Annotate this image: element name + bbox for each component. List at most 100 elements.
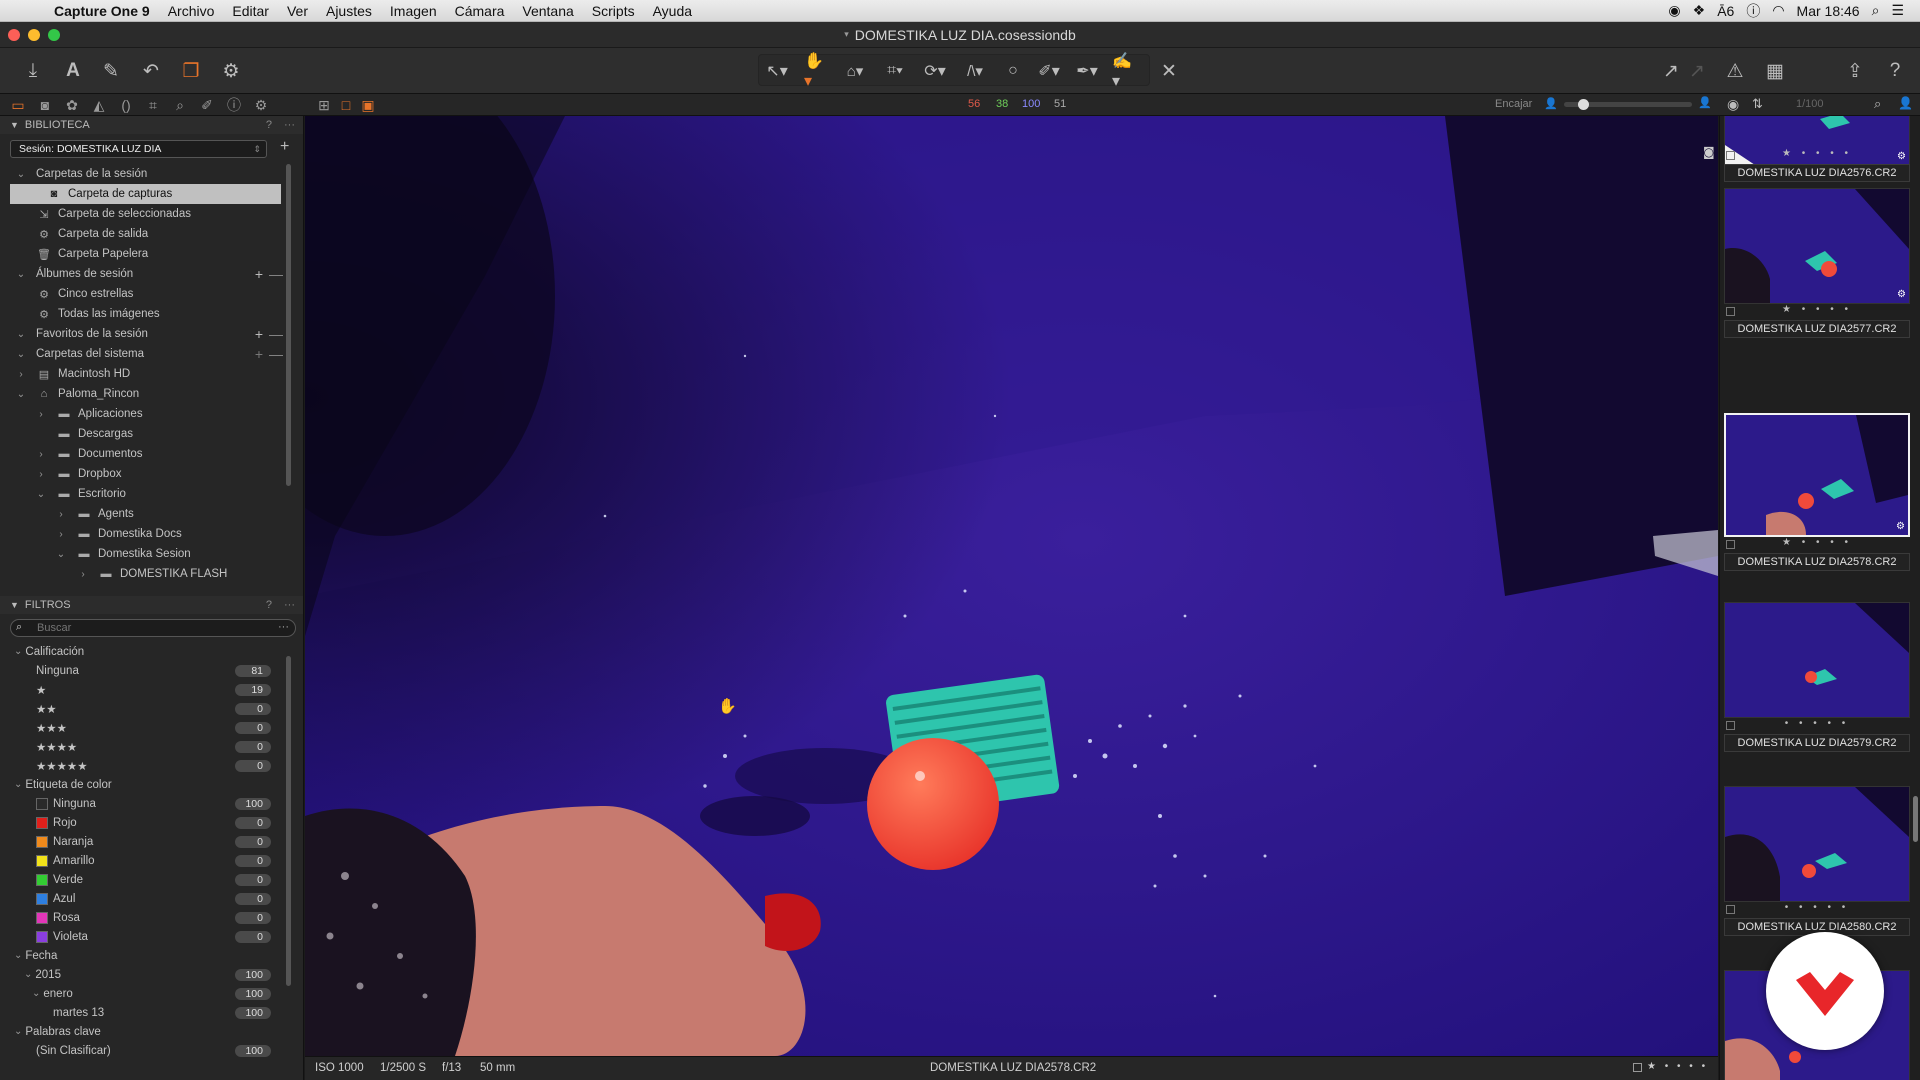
system-folders-group[interactable]: ⌄ Carpetas del sistema + — xyxy=(0,344,303,364)
folder-output[interactable]: ⚙ Carpeta de salida xyxy=(0,224,303,244)
menu-ayuda[interactable]: Ayuda xyxy=(644,3,701,19)
details-tab-icon[interactable]: ⌕ xyxy=(172,97,188,113)
thumbnail-rating[interactable]: ★ • • • • xyxy=(1724,304,1910,320)
tree-item[interactable]: ⌄ ▬ Escritorio xyxy=(0,484,303,504)
thumbnail-image[interactable]: ⚙ xyxy=(1724,413,1910,537)
add-system-folder-icon[interactable]: + xyxy=(255,346,263,362)
thumbnail-image[interactable] xyxy=(1724,602,1910,718)
rating-row[interactable]: ★★★★★ 0 xyxy=(0,756,303,775)
rating-row[interactable]: ★★★ 0 xyxy=(0,718,303,737)
eye-icon[interactable]: ◉ xyxy=(1727,96,1739,113)
tree-item[interactable]: › ▬ DOMESTIKA FLASH xyxy=(0,564,303,584)
undo-icon[interactable]: ↶ xyxy=(138,58,164,84)
chevron-down-icon[interactable]: ⌄ xyxy=(14,269,28,280)
spot-remove-icon[interactable]: ○ xyxy=(1000,58,1026,84)
chevron-down-icon[interactable]: ⌄ xyxy=(14,349,28,360)
composition-tab-icon[interactable]: ⌗ xyxy=(145,97,161,113)
library-scrollbar[interactable] xyxy=(286,164,291,486)
minimize-window-button[interactable] xyxy=(28,29,40,41)
browser-search-icon[interactable]: ⌕ xyxy=(1874,96,1881,112)
browser-user-icon[interactable]: 👤 xyxy=(1898,96,1913,110)
thumbnail-rating[interactable]: ★ • • • • xyxy=(1724,148,1910,164)
filter-search-input[interactable] xyxy=(37,621,257,635)
chevron-right-icon[interactable]: › xyxy=(76,569,90,580)
mask-brush-icon[interactable]: ✐▾ xyxy=(1036,58,1062,84)
color-label-row[interactable]: Amarillo 0 xyxy=(0,851,303,870)
zoom-window-button[interactable] xyxy=(48,29,60,41)
tree-item[interactable]: › ▬ Domestika Docs xyxy=(0,524,303,544)
date-row[interactable]: ⌄ 2015 100 xyxy=(0,965,303,984)
help-icon[interactable]: ? xyxy=(1882,58,1908,84)
keywords-group[interactable]: ⌄ Palabras clave xyxy=(0,1022,303,1041)
library-more-icon[interactable]: ··· xyxy=(284,119,295,131)
chevron-right-icon[interactable]: › xyxy=(34,409,48,420)
filter-search-field[interactable]: ⌕ ··· xyxy=(10,619,296,637)
folder-trash[interactable]: 🗑 Carpeta Papelera xyxy=(0,244,303,264)
menu-imagen[interactable]: Imagen xyxy=(381,3,446,19)
zoom-tool-icon[interactable]: ⌂▾ xyxy=(842,58,868,84)
capture-tab-icon[interactable]: ◙ xyxy=(37,97,53,113)
menu-app-name[interactable]: Capture One 9 xyxy=(40,3,159,19)
session-folders-group[interactable]: ⌄ Carpetas de la sesión xyxy=(0,164,303,184)
filters-help-icon[interactable]: ? xyxy=(266,599,272,611)
chevron-down-icon[interactable]: ⌄ xyxy=(34,489,48,500)
chevron-down-icon[interactable]: ⌄ xyxy=(14,1026,22,1037)
zoom-slider[interactable] xyxy=(1564,99,1692,110)
color-label-row[interactable]: Verde 0 xyxy=(0,870,303,889)
output-tab-icon[interactable]: ⚙ xyxy=(253,97,269,113)
menu-scripts[interactable]: Scripts xyxy=(583,3,644,19)
multi-view-icon[interactable]: ▣ xyxy=(360,97,376,113)
settings-gear-icon[interactable]: ⚙ xyxy=(218,58,244,84)
sort-icon[interactable]: ⇅ xyxy=(1752,96,1763,112)
thumbnail-checkbox[interactable] xyxy=(1726,307,1735,316)
date-row[interactable]: ⌄ enero 100 xyxy=(0,984,303,1003)
thumbnail-rating[interactable]: • • • • • xyxy=(1724,718,1910,734)
tree-item[interactable]: › ▤ Macintosh HD xyxy=(0,364,303,384)
menu-camara[interactable]: Cámara xyxy=(446,3,514,19)
color-label-row[interactable]: Rosa 0 xyxy=(0,908,303,927)
thumbnail-checkbox[interactable] xyxy=(1726,151,1735,160)
menu-archivo[interactable]: Archivo xyxy=(159,3,224,19)
adobe-icon[interactable]: Ā6 xyxy=(1717,3,1734,19)
menu-editar[interactable]: Editar xyxy=(223,3,278,19)
filters-more-icon[interactable]: ··· xyxy=(284,599,295,611)
tree-item[interactable]: ⌄ ▬ Domestika Sesion xyxy=(0,544,303,564)
keyword-row[interactable]: (Sin Clasificar) 100 xyxy=(0,1041,303,1060)
brush-icon[interactable]: ✎ xyxy=(98,58,124,84)
albums-group[interactable]: ⌄ Álbumes de sesión + — xyxy=(0,264,303,284)
chevron-right-icon[interactable]: › xyxy=(54,529,68,540)
chevron-down-icon[interactable]: ⌄ xyxy=(54,549,68,560)
tree-item[interactable]: ▬ Descargas xyxy=(0,424,303,444)
picker-icon[interactable]: ✒▾ xyxy=(1074,58,1100,84)
chevron-right-icon[interactable]: › xyxy=(34,449,48,460)
thumbnail-cell-selected[interactable]: ⚙ ★ • • • • DOMESTIKA LUZ DIA2578.CR2 xyxy=(1724,413,1910,571)
rating-row[interactable]: ★★★★ 0 xyxy=(0,737,303,756)
viewer-rating-stars[interactable]: ★ • • • • xyxy=(1647,1061,1708,1072)
thumbnail-cell[interactable]: • • • • • DOMESTIKA LUZ DIA2579.CR2 xyxy=(1724,602,1910,752)
album-five-stars[interactable]: ⚙ Cinco estrellas xyxy=(0,284,303,304)
library-help-icon[interactable]: ? xyxy=(266,119,272,131)
clock[interactable]: Mar 18:46 xyxy=(1797,3,1860,19)
spotlight-icon[interactable]: ⌕ xyxy=(1872,2,1880,19)
thumbnail-rating[interactable]: ★ • • • • xyxy=(1724,537,1910,553)
lens-tab-icon[interactable]: () xyxy=(118,97,134,113)
crop-icon[interactable]: ⌗▾ xyxy=(882,58,908,84)
import-icon[interactable]: ⤓ xyxy=(20,58,46,84)
search-options-icon[interactable]: ··· xyxy=(278,621,289,633)
folder-captures[interactable]: ◙ Carpeta de capturas xyxy=(10,184,281,204)
menu-ventana[interactable]: Ventana xyxy=(513,3,582,19)
chevron-down-icon[interactable]: ⌄ xyxy=(14,329,28,340)
remove-favorite-icon[interactable]: — xyxy=(269,326,283,342)
chevron-right-icon[interactable]: › xyxy=(34,469,48,480)
thumbnail-image[interactable] xyxy=(1724,786,1910,902)
color-label-row[interactable]: Rojo 0 xyxy=(0,813,303,832)
notifications-icon[interactable]: ☰ xyxy=(1891,2,1904,19)
exposure-tab-icon[interactable]: ◭ xyxy=(91,97,107,113)
single-view-icon[interactable]: □ xyxy=(338,97,354,113)
tools-icon[interactable]: ✕ xyxy=(1156,58,1182,84)
chevron-right-icon[interactable]: › xyxy=(54,509,68,520)
chevron-down-icon[interactable]: ⌄ xyxy=(14,389,28,400)
tree-item[interactable]: ⌄ ⌂ Paloma_Rincon xyxy=(0,384,303,404)
zoom-in-person-icon[interactable]: 👤 xyxy=(1698,96,1712,109)
thumbnail-image[interactable]: ⚙ xyxy=(1724,188,1910,304)
